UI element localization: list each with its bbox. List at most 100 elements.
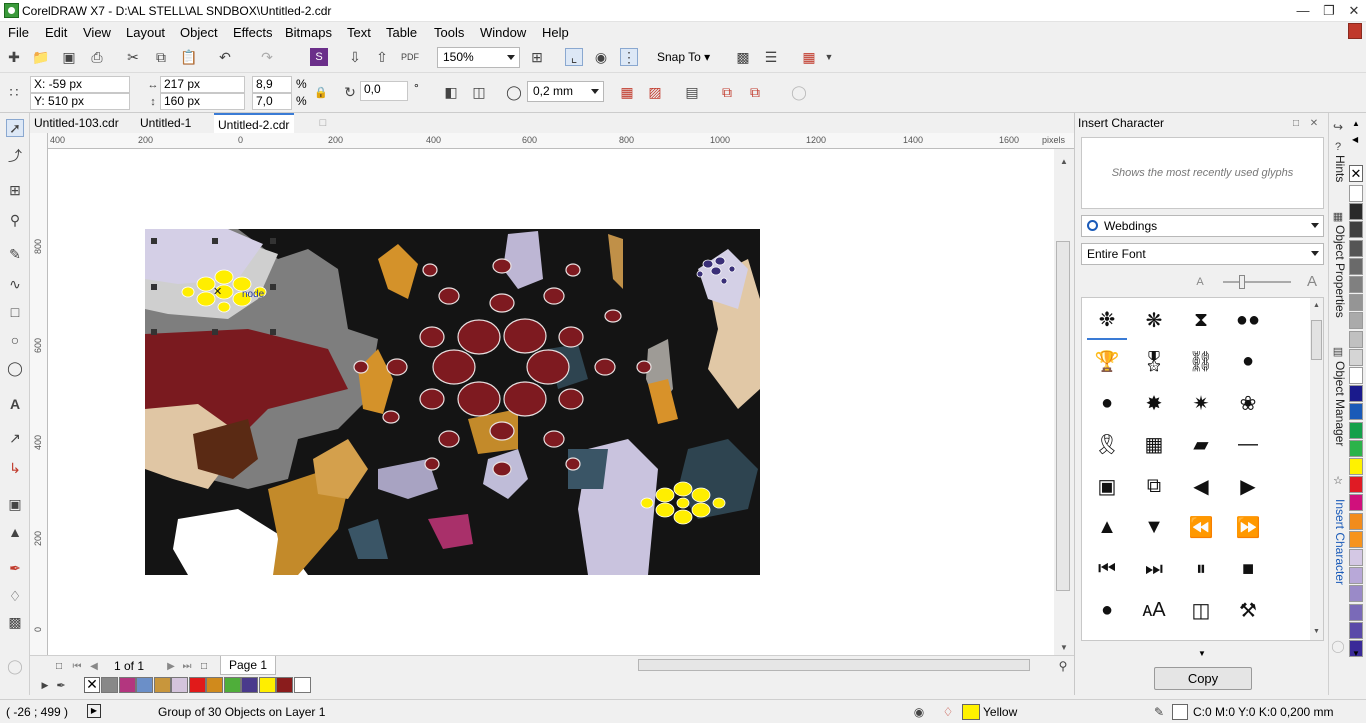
simplify-icon[interactable]: ▨ — [646, 83, 664, 101]
menu-view[interactable]: View — [83, 25, 111, 40]
package-icon[interactable]: ◫ — [1181, 591, 1221, 631]
color-swatch[interactable] — [1349, 348, 1363, 366]
customize-toolbox-icon[interactable]: ◯ — [6, 657, 24, 675]
add-docker-icon[interactable]: ◯ — [1329, 637, 1347, 655]
open-folder-icon[interactable]: 📁 — [32, 48, 50, 66]
intersect-icon[interactable]: ▦ — [618, 83, 636, 101]
parallelogram-icon[interactable]: ▰ — [1181, 425, 1221, 465]
parallel-dimension-icon[interactable]: ↗ — [6, 429, 24, 447]
add-page-after-icon[interactable]: □ — [195, 657, 213, 675]
glyph-scroll-thumb[interactable] — [1311, 320, 1322, 360]
menu-help[interactable]: Help — [542, 25, 569, 40]
x-position-field[interactable]: X: -59 px — [30, 76, 130, 93]
color-swatch[interactable] — [1349, 367, 1363, 384]
redo-icon[interactable]: ↷ — [258, 48, 276, 66]
prev-page-icon[interactable]: ◀ — [85, 657, 103, 675]
y-position-field[interactable]: Y: 510 px — [30, 93, 130, 110]
sunglasses-icon[interactable]: ●● — [1228, 300, 1268, 340]
zoom-level-select[interactable]: 150% — [437, 47, 520, 68]
convert-to-curves-icon[interactable]: ◯ — [790, 83, 808, 101]
snap-to-dropdown[interactable]: Snap To ▾ — [657, 50, 710, 64]
menu-table[interactable]: Table — [386, 25, 417, 40]
web-icon[interactable]: ❋ — [1134, 300, 1174, 340]
color-swatch[interactable] — [1349, 494, 1363, 512]
triangle-down-icon[interactable]: ▼ — [1134, 508, 1174, 548]
object-origin-icon[interactable]: ∷ — [5, 83, 23, 101]
chili-icon[interactable]: ❀ — [1228, 383, 1268, 423]
docker-close-icon[interactable]: ✕ — [1305, 114, 1323, 132]
to-front-icon[interactable]: ⧉ — [718, 83, 736, 101]
paste-icon[interactable]: 📋 — [180, 48, 198, 66]
cut-icon[interactable]: ✂ — [124, 48, 142, 66]
font-select[interactable]: Webdings — [1081, 215, 1324, 237]
glyph-grid-scrollbar[interactable]: ▲ ▼ — [1310, 298, 1323, 640]
publish-pdf-icon[interactable]: PDF — [401, 48, 419, 66]
skip-forward-icon[interactable]: ⏭ — [1134, 549, 1174, 589]
height-field[interactable]: 160 px — [160, 93, 245, 110]
font-size-icon[interactable]: ᴀA — [1134, 591, 1174, 631]
color-swatch[interactable] — [1349, 621, 1363, 639]
color-swatch[interactable] — [1349, 312, 1363, 330]
color-swatch[interactable] — [1349, 567, 1363, 585]
palette-swatch[interactable] — [206, 677, 223, 693]
color-swatch[interactable] — [1349, 385, 1363, 403]
color-proofing-icon[interactable]: ◉ — [910, 703, 928, 721]
window-icon[interactable]: ▣ — [1087, 466, 1127, 506]
color-swatch[interactable] — [1349, 549, 1363, 566]
ellipse-tool-icon[interactable]: ○ — [6, 331, 24, 349]
color-swatch[interactable] — [1349, 239, 1363, 257]
tab-untitled-2[interactable]: Untitled-2.cdr — [214, 113, 295, 133]
page-1-tab[interactable]: Page 1 — [220, 656, 277, 675]
show-grid-icon[interactable]: ◉ — [592, 48, 610, 66]
shape-tool-icon[interactable]: ⤴ — [6, 147, 24, 165]
spiral-icon[interactable]: ⧗ — [1181, 300, 1221, 340]
glyph-size-thumb[interactable] — [1239, 275, 1245, 289]
connector-tool-icon[interactable]: ↳ — [6, 459, 24, 477]
wrap-text-icon[interactable]: ▤ — [683, 83, 701, 101]
palette-swatch[interactable] — [188, 677, 206, 693]
color-swatch[interactable] — [1349, 530, 1363, 548]
palette-swatch[interactable] — [101, 677, 118, 693]
rotation-angle-field[interactable]: 0,0 — [360, 81, 408, 101]
menu-file[interactable]: File — [8, 25, 29, 40]
palette-scroll-up-icon[interactable]: ▲ — [1352, 119, 1360, 128]
color-swatch[interactable] — [1349, 257, 1363, 275]
color-swatch[interactable] — [1349, 439, 1363, 457]
status-menu-icon[interactable]: ▶ — [87, 704, 101, 718]
fast-forward-icon[interactable]: ⏩ — [1228, 508, 1268, 548]
scroll-down-icon[interactable]: ▼ — [1060, 643, 1068, 652]
medal-icon[interactable]: 🎖 — [1134, 342, 1174, 382]
stop-icon[interactable]: ■ — [1228, 549, 1268, 589]
zoom-tool-icon[interactable]: ⚲ — [6, 211, 24, 229]
menu-window[interactable]: Window — [480, 25, 526, 40]
outline-width-select[interactable]: 0,2 mm — [527, 81, 604, 102]
width-field[interactable]: 217 px — [160, 76, 245, 93]
drop-shadow-icon[interactable]: ▣ — [6, 495, 24, 513]
menu-tools[interactable]: Tools — [434, 25, 464, 40]
show-guidelines-icon[interactable]: ⋮ — [620, 48, 638, 66]
new-document-icon[interactable]: ✚ — [5, 48, 23, 66]
triangle-right-icon[interactable]: ▶ — [1228, 466, 1268, 506]
color-swatch[interactable] — [1349, 203, 1363, 221]
menu-object[interactable]: Object — [180, 25, 218, 40]
tab-insert-character[interactable]: Insert Character — [1329, 499, 1347, 585]
horizontal-scroll-thumb[interactable] — [638, 659, 1030, 671]
smart-fill-icon[interactable]: ▩ — [6, 613, 24, 631]
menu-bitmaps[interactable]: Bitmaps — [285, 25, 332, 40]
expand-docker-icon[interactable]: ▼ — [1198, 649, 1206, 658]
color-swatch[interactable] — [1349, 221, 1363, 239]
palette-swatch[interactable] — [293, 677, 311, 693]
copy-button[interactable]: Copy — [1154, 667, 1252, 690]
triangle-up-icon[interactable]: ▲ — [1087, 508, 1127, 548]
palette-swatch[interactable] — [171, 677, 188, 693]
options-icon[interactable]: ☰ — [762, 48, 780, 66]
windows-icon[interactable]: ⧉ — [1134, 466, 1174, 506]
last-page-icon[interactable]: ⏭ — [178, 657, 196, 675]
color-swatch[interactable] — [1349, 585, 1363, 603]
explosion-icon[interactable]: ✷ — [1181, 383, 1221, 423]
speech-bubble-left-icon[interactable]: ● — [1087, 383, 1127, 423]
scale-y-field[interactable]: 7,0 — [252, 93, 292, 110]
palette-scroll-down-icon[interactable]: ▼ — [1352, 649, 1360, 658]
application-launcher-icon[interactable]: ▦ — [800, 48, 818, 66]
account-icon[interactable] — [1348, 23, 1362, 39]
